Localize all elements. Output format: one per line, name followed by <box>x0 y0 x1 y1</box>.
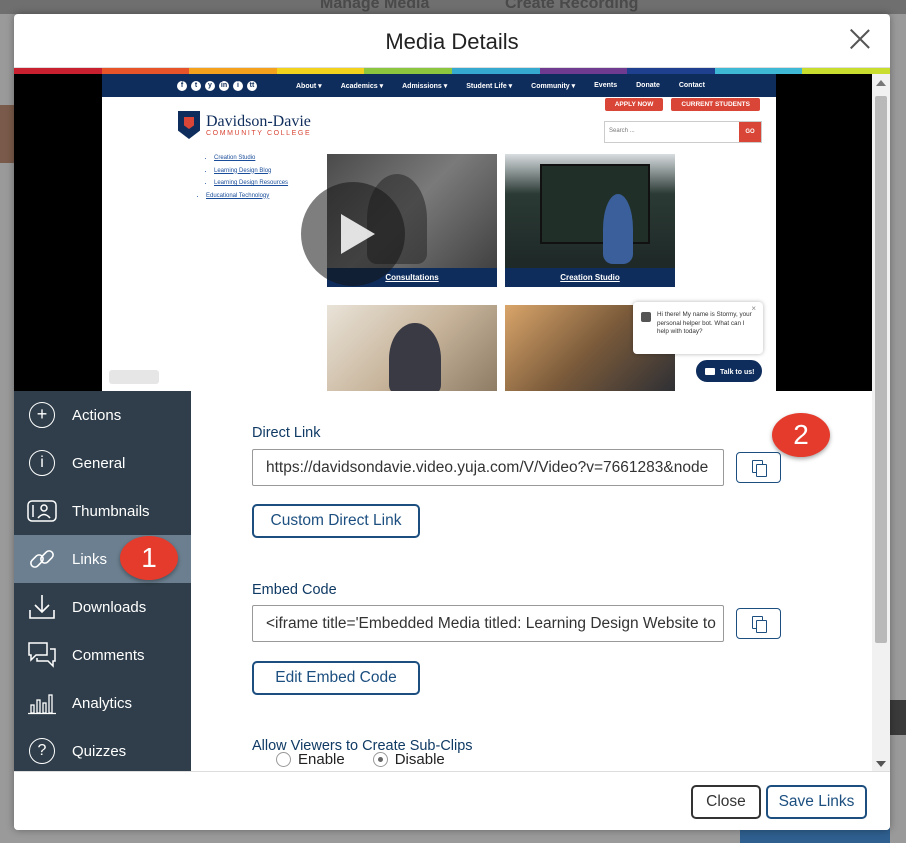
close-button[interactable]: Close <box>691 785 761 819</box>
create-recording-tab[interactable]: Create Recording <box>505 0 638 13</box>
website-menu-item: Academics ▾ <box>340 82 384 90</box>
sidebar-item-actions[interactable]: + Actions <box>14 391 191 439</box>
sidebar-item-label: General <box>72 454 126 472</box>
modal-footer: Close Save Links <box>14 771 890 830</box>
sidebar-item-downloads[interactable]: Downloads <box>14 583 191 631</box>
website-links: Creation Studio Learning Design Blog Lea… <box>206 152 288 202</box>
website-menu-item: Donate <box>636 81 660 89</box>
website-search-go: GO <box>739 122 761 142</box>
sidebar-item-label: Analytics <box>72 694 133 712</box>
sidebar-item-label: Thumbnails <box>72 502 150 520</box>
sidebar-item-label: Links <box>72 550 108 568</box>
logo-subtitle: COMMUNITY COLLEGE <box>206 129 312 137</box>
scroll-down-icon[interactable] <box>876 761 886 767</box>
link-icon <box>27 544 57 574</box>
sidebar-item-label: Downloads <box>72 598 147 616</box>
social-icon: t <box>191 80 201 91</box>
website-menu-item: Contact <box>678 81 705 89</box>
social-icon: tt <box>247 80 257 91</box>
edit-embed-code-button[interactable]: Edit Embed Code <box>252 661 420 695</box>
talk-to-us-button: Talk to us! <box>694 358 764 384</box>
embed-code-field[interactable]: <iframe title='Embedded Media titled: Le… <box>252 605 724 642</box>
thumbnails-icon <box>27 496 57 526</box>
manage-media-tab[interactable]: Manage Media <box>320 0 429 13</box>
student-tile <box>327 305 497 391</box>
creation-studio-label: Creation Studio <box>505 268 675 287</box>
website-link: Learning Design Blog <box>214 165 288 178</box>
background-toolbar: Manage Media Create Recording <box>0 0 906 14</box>
step-2-badge: 2 <box>772 413 830 457</box>
scroll-up-icon[interactable] <box>876 80 886 86</box>
sidebar-item-links[interactable]: Links 1 <box>14 535 191 583</box>
sidebar-item-thumbnails[interactable]: Thumbnails <box>14 487 191 535</box>
links-panel: Direct Link https://davidsondavie.video.… <box>191 391 872 771</box>
sidebar-item-analytics[interactable]: Analytics <box>14 679 191 727</box>
step-1-badge: 1 <box>120 536 178 580</box>
website-link: Learning Design Resources <box>214 177 288 190</box>
download-icon <box>27 592 57 622</box>
logo-name: Davidson-Davie <box>206 112 311 130</box>
website-search-placeholder: Search ... <box>609 128 635 134</box>
sidebar-item-comments[interactable]: Comments <box>14 631 191 679</box>
apply-now-button: APPLY NOW <box>604 98 664 111</box>
chat-close-icon: × <box>751 304 756 313</box>
website-menu-item: Admissions ▾ <box>402 82 448 90</box>
modal-scrollbar[interactable] <box>872 74 890 771</box>
close-icon[interactable] <box>848 26 872 50</box>
bot-icon <box>641 312 651 322</box>
direct-link-label: Direct Link <box>252 425 321 441</box>
enable-label: Enable <box>298 751 345 768</box>
website-cta-row: APPLY NOW CURRENT STUDENTS <box>604 98 760 111</box>
disable-label: Disable <box>394 751 445 768</box>
social-icon: in <box>219 80 229 91</box>
media-details-modal: Media Details f t y in i tt About ▾ Academics … <box>14 14 890 830</box>
sidebar-item-label: Comments <box>72 646 145 664</box>
video-controls[interactable] <box>109 370 159 384</box>
custom-direct-link-button[interactable]: Custom Direct Link <box>252 504 420 538</box>
website-menu-item: Events <box>594 81 618 89</box>
sidebar-item-label: Quizzes <box>72 742 127 760</box>
website-link: Educational Technology <box>206 190 288 203</box>
question-circle-icon: ? <box>27 736 57 766</box>
social-icon: y <box>205 80 215 91</box>
background-thumbnail <box>0 105 14 163</box>
copy-embed-code-button[interactable] <box>736 608 781 639</box>
chatbot-message: Hi there! My name is Stormy, your person… <box>657 311 752 335</box>
website-menu-item: Student Life ▾ <box>466 82 513 90</box>
website-search: Search ... GO <box>604 121 762 143</box>
sidebar: + Actions i General Thumbnails Links 1 D… <box>14 391 191 771</box>
plus-circle-icon: + <box>27 400 57 430</box>
website-menu-item: About ▾ <box>296 82 322 90</box>
comments-icon <box>27 640 57 670</box>
creation-studio-tile: Creation Studio <box>505 154 675 287</box>
social-icon: i <box>233 80 243 91</box>
embed-code-label: Embed Code <box>252 582 337 598</box>
sidebar-item-label: Actions <box>72 406 122 424</box>
save-links-button[interactable]: Save Links <box>766 785 867 819</box>
chatbot-popup: × Hi there! My name is Stormy, your pers… <box>633 302 763 354</box>
info-circle-icon: i <box>27 448 57 478</box>
modal-title: Media Details <box>385 29 519 54</box>
enable-radio[interactable] <box>276 752 291 767</box>
disable-radio[interactable] <box>372 752 388 767</box>
analytics-icon <box>27 688 57 718</box>
modal-header: Media Details <box>14 14 890 68</box>
video-player[interactable]: f t y in i tt About ▾ Academics ▾ Admissions ▾ S… <box>14 74 872 391</box>
website-menu-item: Community ▾ <box>531 82 576 90</box>
copy-direct-link-button[interactable] <box>736 452 781 483</box>
sidebar-item-general[interactable]: i General <box>14 439 191 487</box>
play-icon[interactable] <box>301 182 405 286</box>
video-frame-website: f t y in i tt About ▾ Academics ▾ Admissions ▾ S… <box>102 74 776 391</box>
sub-clips-options: Enable Disable <box>276 751 445 768</box>
direct-link-field[interactable]: https://davidsondavie.video.yuja.com/V/V… <box>252 449 724 486</box>
website-link: Creation Studio <box>214 152 288 165</box>
college-logo: Davidson-Davie COMMUNITY COLLEGE <box>178 111 311 139</box>
current-students-button: CURRENT STUDENTS <box>671 98 760 111</box>
sidebar-item-quizzes[interactable]: ? Quizzes <box>14 727 191 775</box>
background-panel <box>890 700 906 735</box>
website-nav: f t y in i tt About ▾ Academics ▾ Admissions ▾ S… <box>102 74 776 97</box>
shield-icon <box>178 111 200 139</box>
social-icon: f <box>177 80 187 91</box>
scrollbar-thumb[interactable] <box>875 96 887 643</box>
